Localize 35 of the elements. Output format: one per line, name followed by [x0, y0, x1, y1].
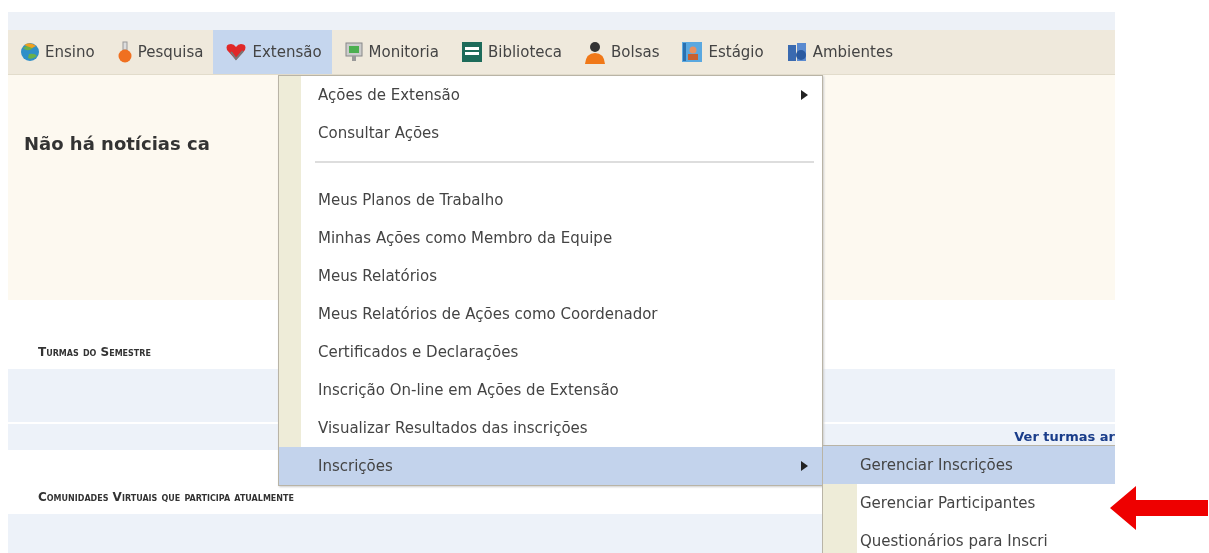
- flask-icon: [116, 41, 133, 63]
- menu-tab[interactable]: Estágio: [669, 30, 774, 74]
- menu-item[interactable]: Minhas Ações como Membro da Equipe: [279, 219, 822, 257]
- submenu-item[interactable]: Gerenciar Inscrições: [823, 446, 1115, 484]
- person-icon: [584, 40, 606, 64]
- menu-item[interactable]: Inscrição On-line em Ações de Extensão: [279, 371, 822, 409]
- menu-item[interactable]: Ações de Extensão: [279, 76, 822, 114]
- menu-item[interactable]: Meus Relatórios de Ações como Coordenador: [279, 295, 822, 333]
- menu-item[interactable]: Certificados e Declarações: [279, 333, 822, 371]
- menu-tab[interactable]: Ensino: [8, 30, 105, 74]
- caret-icon: [801, 90, 808, 100]
- heart-hand-icon: [225, 42, 248, 62]
- menu-item[interactable]: Consultar Ações: [279, 114, 822, 152]
- submenu-item[interactable]: Gerenciar Participantes: [823, 484, 1115, 522]
- news-message: Não há notícias ca: [24, 133, 210, 154]
- menu-tab[interactable]: Monitoria: [331, 30, 449, 74]
- menu-tab[interactable]: Bolsas: [572, 30, 670, 74]
- menu-tab[interactable]: Biblioteca: [448, 30, 572, 74]
- menu-item[interactable]: Visualizar Resultados das inscrições: [279, 409, 822, 447]
- book-icon: [460, 41, 483, 63]
- section-heading: Comunidades Virtuais que participa atualmente: [38, 490, 294, 504]
- menu-tab[interactable]: Ambientes: [773, 30, 903, 74]
- menu-item[interactable]: Inscrições: [279, 447, 822, 485]
- menu-item[interactable]: Meus Planos de Trabalho: [279, 181, 822, 219]
- section-heading: Turmas do Semestre: [38, 345, 151, 359]
- id-card-icon: [681, 41, 704, 63]
- caret-icon: [801, 461, 808, 471]
- menu-item[interactable]: Meus Relatórios: [279, 257, 822, 295]
- link[interactable]: Ver turmas ar: [1014, 427, 1115, 447]
- buildings-icon: [785, 41, 808, 63]
- globe-icon: [20, 42, 40, 62]
- submenu-item[interactable]: Questionários para Inscri: [823, 522, 1115, 553]
- monitor-icon: [343, 41, 364, 63]
- menu-tab[interactable]: Extensão: [213, 30, 332, 74]
- menu-tab[interactable]: Pesquisa: [104, 30, 214, 74]
